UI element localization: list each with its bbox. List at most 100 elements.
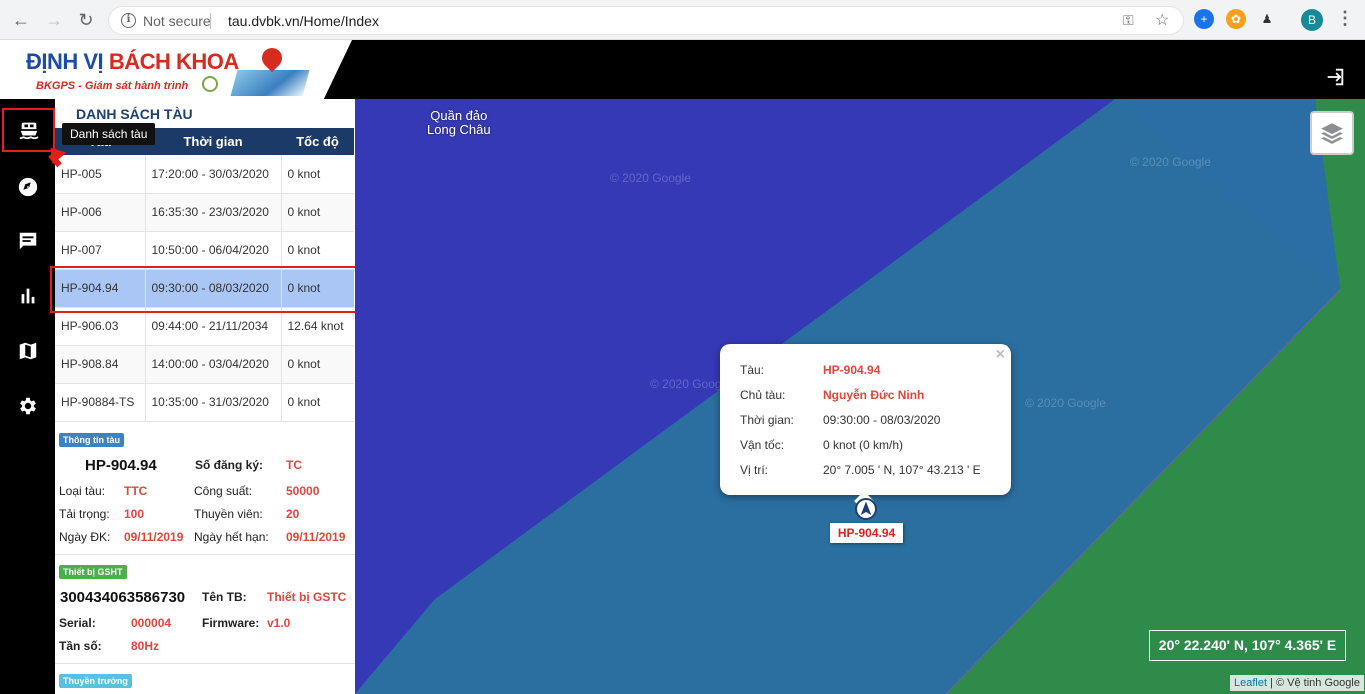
cell-time: 14:00:00 - 03/04/2020 (145, 345, 282, 384)
magnifier-icon (202, 76, 218, 92)
sidebar-item-reports[interactable] (0, 274, 55, 318)
ship-icon (19, 122, 38, 140)
type-label: Loại tàu: (59, 484, 106, 498)
address-bar[interactable]: i Not secure tau.dvbk.vn/Home/Index ⚿ ☆ (108, 6, 1184, 35)
device-name-label: Tên TB: (202, 590, 247, 604)
reg-date-value: 09/11/2019 (124, 530, 184, 544)
cell-speed: 0 knot (281, 345, 354, 384)
popup-ship-label: Tàu: (740, 363, 765, 377)
popup-ship-value: HP-904.94 (823, 363, 881, 377)
firmware-value: v1.0 (267, 616, 291, 630)
reg-value: TC (286, 458, 302, 472)
load-value: 100 (124, 507, 145, 521)
star-icon[interactable]: ☆ (1155, 10, 1169, 30)
table-row[interactable]: HP-006 16:35:30 - 23/03/2020 0 knot (55, 193, 354, 232)
cell-speed: 0 knot (281, 193, 354, 232)
section-divider (55, 663, 355, 664)
profile-avatar[interactable]: B (1301, 9, 1323, 31)
map-watermark: © 2020 Google (1130, 155, 1211, 169)
sidebar-item-ship-list[interactable] (2, 108, 55, 152)
key-icon[interactable]: ⚿ (1123, 12, 1134, 29)
cell-time: 16:35:30 - 23/03/2020 (145, 193, 282, 232)
back-icon[interactable]: ← (10, 9, 32, 31)
cell-time: 10:50:00 - 06/04/2020 (145, 231, 282, 270)
ship-marker-label[interactable]: HP-904.94 (830, 523, 903, 543)
layers-button[interactable] (1310, 111, 1354, 155)
popup-time-value: 09:30:00 - 08/03/2020 (823, 413, 941, 427)
cell-name: HP-908.84 (55, 345, 146, 384)
firmware-label: Firmware: (202, 616, 260, 630)
ship-marker-icon[interactable] (855, 498, 877, 520)
extension-plus-icon[interactable]: + (1194, 9, 1214, 29)
popup-speed-value: 0 knot (0 km/h) (823, 438, 904, 452)
device-info-badge: Thiết bị GSHT (59, 565, 127, 579)
ship-list-panel: DANH SÁCH TÀU Tàu Thời gian Tốc độ HP-00… (55, 99, 355, 694)
serial-value: 000004 (131, 616, 172, 630)
cell-speed: 0 knot (281, 155, 354, 194)
omnibox-divider (210, 13, 211, 29)
sidebar-item-settings[interactable] (0, 384, 55, 428)
map-icon (19, 342, 36, 360)
freq-value: 80Hz (131, 639, 160, 653)
sidebar-tooltip: Danh sách tàu (62, 123, 156, 145)
sidebar-item-map[interactable] (0, 329, 55, 373)
reload-icon[interactable]: ↻ (75, 9, 97, 31)
leaflet-link[interactable]: Leaflet (1234, 677, 1267, 689)
info-icon[interactable]: i (121, 13, 136, 28)
gear-icon (19, 397, 36, 415)
map-watermark: © 2020 Google (650, 377, 731, 391)
popup-owner-label: Chủ tàu: (740, 388, 786, 402)
freq-label: Tần số: (59, 639, 102, 653)
cell-speed: 0 knot (281, 231, 354, 270)
popup-position-value: 20° 7.005 ' N, 107° 43.213 ' E (823, 463, 981, 477)
security-label: Not secure (143, 13, 211, 29)
device-id: 300434063586730 (60, 589, 186, 606)
column-header[interactable]: Thời gian (145, 128, 281, 155)
map-attribution: Leaflet | © Vệ tinh Google (1230, 675, 1364, 691)
compass-icon (18, 177, 37, 197)
cell-name: HP-007 (55, 231, 146, 270)
location-pin-icon (257, 43, 287, 73)
map-view[interactable]: Quần đảo Long Châu © 2020 Google © 2020 G… (355, 99, 1365, 694)
sidebar-item-compass[interactable] (0, 165, 55, 209)
selected-row-highlight (50, 266, 362, 313)
panel-title: DANH SÁCH TÀU (76, 106, 193, 122)
table-row[interactable]: HP-908.84 14:00:00 - 03/04/2020 0 knot (55, 345, 354, 384)
table-row[interactable]: HP-007 10:50:00 - 06/04/2020 0 knot (55, 231, 354, 270)
extension-person-icon[interactable]: ♟ (1257, 9, 1277, 29)
bar-chart-icon (21, 288, 34, 304)
icon-sidebar (0, 99, 55, 694)
popup-speed-label: Vận tốc: (740, 438, 785, 452)
column-header[interactable]: Tốc độ (281, 128, 354, 155)
expiry-label: Ngày hết hạn: (194, 530, 269, 544)
crew-value: 20 (286, 507, 300, 521)
logout-icon[interactable] (1324, 66, 1346, 88)
power-value: 50000 (286, 484, 320, 498)
layers-icon (1321, 123, 1343, 144)
map-watermark: © 2020 Google (610, 171, 691, 185)
popup-close-button[interactable]: × (996, 346, 1005, 364)
reg-date-label: Ngày ĐK: (59, 530, 111, 544)
device-name-value: Thiết bị GSTC (267, 590, 347, 604)
browser-menu-icon[interactable]: ⋮ (1336, 8, 1354, 29)
cell-time: 17:20:00 - 30/03/2020 (145, 155, 282, 194)
ship-info-badge: Thông tin tàu (59, 433, 124, 447)
map-watermark: © 2020 Google (1025, 396, 1106, 410)
logo[interactable]: ĐỊNH VỊ BÁCH KHOA BKGPS - Giám sát hành … (0, 40, 352, 99)
reg-label: Số đăng ký: (195, 458, 264, 472)
sidebar-item-messages[interactable] (0, 219, 55, 263)
type-value: TTC (124, 484, 148, 498)
logo-subtitle: BKGPS - Giám sát hành trình (36, 80, 189, 92)
table-row[interactable]: HP-90884-TS 10:35:00 - 31/03/2020 0 knot (55, 383, 354, 422)
browser-toolbar: ← → ↻ i Not secure tau.dvbk.vn/Home/Inde… (0, 0, 1365, 40)
table-row[interactable]: HP-005 17:20:00 - 30/03/2020 0 knot (55, 155, 354, 194)
map-graphic (230, 70, 310, 96)
place-label: Quần đảo Long Châu (427, 108, 491, 137)
captain-badge: Thuyền trưởng (59, 674, 132, 688)
forward-icon[interactable]: → (43, 9, 65, 31)
cell-name: HP-006 (55, 193, 146, 232)
popup-time-label: Thời gian: (740, 413, 794, 427)
url-text[interactable]: tau.dvbk.vn/Home/Index (228, 13, 379, 29)
extension-icon[interactable]: ✿ (1226, 9, 1246, 29)
popup-owner-value: Nguyễn Đức Ninh (823, 388, 925, 402)
